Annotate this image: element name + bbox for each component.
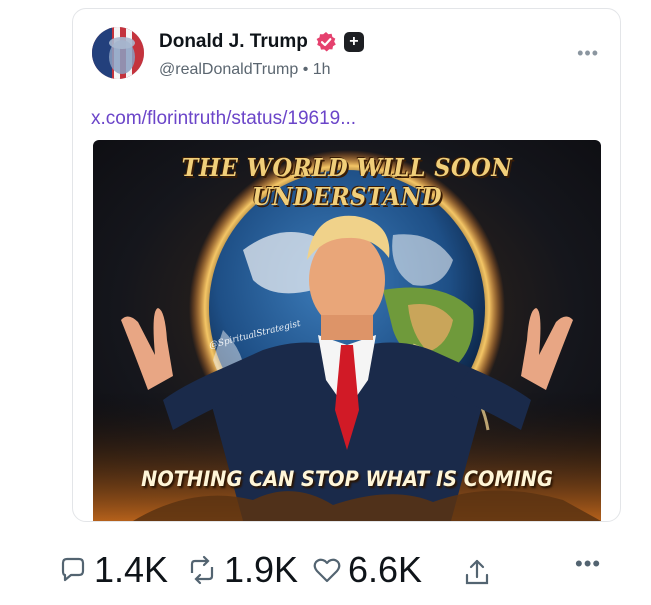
avatar-image — [92, 27, 144, 79]
action-bar: 1.4K 1.9K 6.6K ••• — [58, 549, 618, 601]
post-card[interactable]: Donald J. Trump + @realDonaldTrump • 1h … — [72, 8, 621, 522]
author-name[interactable]: Donald J. Trump — [159, 31, 308, 53]
post-time[interactable]: 1h — [313, 61, 331, 78]
author-handle[interactable]: @realDonaldTrump — [159, 61, 298, 78]
separator-dot: • — [302, 61, 309, 78]
post-image[interactable]: THE WORLD WILL SOON UNDERSTAND @Spiritua… — [93, 140, 601, 521]
handle-row: @realDonaldTrump • 1h — [159, 61, 331, 79]
author-row: Donald J. Trump + — [159, 31, 364, 53]
more-horizontal-icon[interactable]: ••• — [575, 551, 601, 577]
share-icon — [465, 559, 489, 585]
reply-button[interactable]: 1.4K — [58, 549, 168, 591]
reply-icon — [61, 557, 85, 582]
like-button[interactable]: 6.6K — [312, 549, 422, 591]
image-footer-text: NOTHING CAN STOP WHAT IS COMING — [141, 467, 553, 491]
repost-count: 1.9K — [224, 549, 299, 590]
repost-icon — [190, 555, 214, 585]
verified-badge-icon — [316, 32, 336, 52]
more-horizontal-icon[interactable]: ••• — [577, 43, 599, 64]
like-count: 6.6K — [348, 549, 423, 590]
plus-badge-icon: + — [343, 32, 364, 52]
avatar[interactable] — [92, 27, 144, 79]
reply-count: 1.4K — [94, 549, 169, 590]
share-button[interactable] — [463, 557, 491, 592]
image-headline: THE WORLD WILL SOON UNDERSTAND — [181, 153, 513, 211]
repost-button[interactable]: 1.9K — [186, 549, 298, 591]
heart-icon — [313, 558, 341, 583]
post-link[interactable]: x.com/florintruth/status/19619... — [91, 108, 356, 130]
